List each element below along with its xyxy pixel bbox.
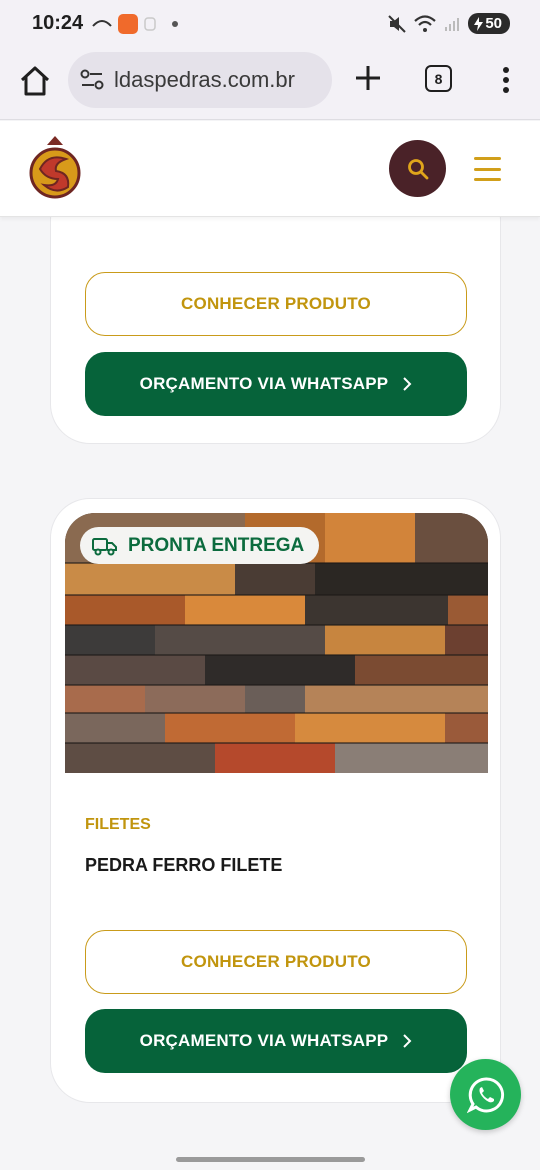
ready-delivery-badge: PRONTA ENTREGA xyxy=(80,527,320,564)
delivery-truck-icon xyxy=(92,537,117,555)
menu-line xyxy=(474,157,501,160)
badge-label: PRONTA ENTREGA xyxy=(128,534,305,556)
site-header xyxy=(0,121,540,217)
view-product-label: CONHECER PRODUTO xyxy=(181,952,371,971)
new-tab-icon[interactable] xyxy=(354,64,382,92)
tabs-icon[interactable]: 8 xyxy=(425,65,452,92)
whatsapp-icon xyxy=(466,1076,504,1113)
whatsapp-float-button[interactable] xyxy=(450,1059,521,1130)
menu-icon[interactable] xyxy=(474,157,501,181)
status-bar: 10:24 50 xyxy=(0,0,540,50)
dot-icon xyxy=(172,21,178,27)
url-text[interactable]: ldaspedras.com.br xyxy=(114,67,295,93)
address-bar[interactable]: ldaspedras.com.br xyxy=(68,52,332,108)
tab-count: 8 xyxy=(434,70,443,87)
logo[interactable] xyxy=(26,133,84,199)
product-category[interactable]: FILETES xyxy=(85,816,151,834)
battery-level: 50 xyxy=(485,15,502,32)
whatsapp-quote-label: ORÇAMENTO VIA WHATSAPP xyxy=(139,1031,389,1050)
chevron-right-icon xyxy=(403,1034,412,1048)
status-system-icons: 50 xyxy=(388,13,510,34)
whatsapp-quote-button[interactable]: ORÇAMENTO VIA WHATSAPP xyxy=(85,1009,467,1073)
menu-line xyxy=(474,167,501,171)
menu-line xyxy=(474,178,501,181)
home-icon[interactable] xyxy=(18,64,52,98)
whatsapp-quote-button[interactable]: ORÇAMENTO VIA WHATSAPP xyxy=(85,352,467,416)
search-button[interactable] xyxy=(389,140,446,197)
signal-icon xyxy=(445,17,460,31)
search-icon xyxy=(407,158,428,179)
app-notification-icon xyxy=(118,14,138,34)
wearable-icon xyxy=(144,17,156,31)
product-name[interactable]: PEDRA FERRO FILETE xyxy=(85,855,282,876)
view-product-label: CONHECER PRODUTO xyxy=(181,294,371,313)
product-image[interactable]: PRONTA ENTREGA xyxy=(65,513,488,773)
product-card: PRONTA ENTREGA FILETES PEDRA FERRO FILET… xyxy=(50,498,501,1103)
battery-icon: 50 xyxy=(468,13,510,34)
wifi-icon xyxy=(414,14,437,32)
site-settings-icon[interactable] xyxy=(80,69,104,91)
missed-call-icon xyxy=(92,20,112,27)
product-card: CONHECER PRODUTO ORÇAMENTO VIA WHATSAPP xyxy=(50,180,501,444)
chevron-right-icon xyxy=(403,377,412,391)
mute-icon xyxy=(388,14,407,33)
status-notifications xyxy=(92,14,178,34)
more-icon[interactable] xyxy=(496,66,516,94)
status-time: 10:24 xyxy=(32,12,84,34)
view-product-button[interactable]: CONHECER PRODUTO xyxy=(85,930,467,994)
browser-toolbar: ldaspedras.com.br 8 xyxy=(0,50,540,120)
whatsapp-quote-label: ORÇAMENTO VIA WHATSAPP xyxy=(139,374,389,393)
view-product-button[interactable]: CONHECER PRODUTO xyxy=(85,272,467,336)
home-indicator[interactable] xyxy=(176,1157,365,1162)
